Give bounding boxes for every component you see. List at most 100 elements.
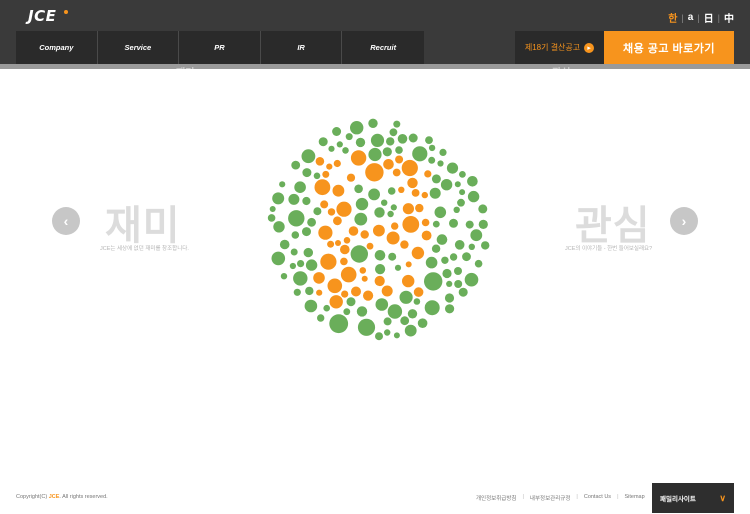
nav-pr[interactable]: PR bbox=[179, 31, 261, 64]
plate-dot bbox=[342, 147, 349, 154]
plate-dot bbox=[474, 259, 483, 268]
footer-link-contact[interactable]: Contact Us bbox=[584, 494, 611, 502]
plate-dot bbox=[304, 299, 318, 313]
plate-dot bbox=[373, 224, 385, 237]
lang-chinese[interactable]: 中 bbox=[724, 10, 734, 25]
plate-dot bbox=[350, 121, 364, 135]
footer-link-sitemap[interactable]: Sitemap bbox=[625, 494, 645, 502]
plate-dot bbox=[454, 181, 461, 188]
plate-dot bbox=[440, 179, 453, 191]
plate-dot bbox=[370, 133, 385, 147]
lang-separator: | bbox=[681, 12, 684, 23]
family-site-select[interactable]: 패밀리사이트 ∨ bbox=[652, 483, 734, 513]
plate-dot bbox=[454, 280, 463, 288]
announcement-link[interactable]: 제18기 결산공고 ▸ bbox=[515, 31, 604, 64]
footer-link-privacy[interactable]: 개인정보취급방침 bbox=[476, 494, 516, 502]
nav-service[interactable]: Service bbox=[98, 31, 180, 64]
lang-separator: | bbox=[717, 12, 720, 23]
footer-link-internal[interactable]: 내부정보관리규정 bbox=[530, 494, 570, 502]
plate-dot bbox=[387, 187, 396, 195]
plate-dot bbox=[336, 201, 352, 217]
plate-dot bbox=[449, 253, 458, 261]
plate-dot bbox=[313, 272, 325, 284]
plate-dot bbox=[291, 231, 300, 239]
recruit-button[interactable]: 채용 공고 바로가기 bbox=[604, 31, 734, 64]
plate-dot bbox=[386, 231, 400, 245]
slide-subtitle-right: JCE의 이야기들 - 한번 들어보실래요? bbox=[565, 246, 653, 252]
plate-dot bbox=[340, 244, 350, 255]
plate-dot bbox=[407, 309, 418, 319]
plate-dot bbox=[446, 280, 453, 287]
plate-dot bbox=[348, 226, 359, 236]
prev-slide-button[interactable]: ‹ bbox=[52, 207, 80, 235]
plate-dot bbox=[398, 186, 405, 193]
plate-dot bbox=[269, 206, 276, 212]
lang-japanese[interactable]: 日 bbox=[704, 10, 714, 25]
lang-korean[interactable]: 한 bbox=[668, 10, 677, 25]
header: JCE 한 | a | 日 | 中 Company Service PR IR … bbox=[0, 0, 750, 64]
plate-dot bbox=[411, 189, 420, 197]
nav-ir[interactable]: IR bbox=[261, 31, 343, 64]
next-slide-button[interactable]: › bbox=[670, 207, 698, 235]
plate-dot bbox=[267, 214, 276, 222]
plate-dot bbox=[381, 199, 388, 206]
plate-dot bbox=[412, 146, 428, 162]
plate-dot bbox=[390, 204, 397, 211]
plate-dot bbox=[329, 295, 343, 309]
plate-dot bbox=[366, 242, 374, 250]
plate-dot bbox=[386, 137, 395, 146]
plate-dot bbox=[318, 225, 333, 240]
plate-dot bbox=[307, 217, 316, 227]
plate-dot bbox=[387, 304, 403, 319]
plate-dot bbox=[345, 133, 353, 141]
plate-dot bbox=[391, 222, 399, 230]
plate-dot bbox=[400, 316, 410, 326]
slide-heading-left[interactable]: 재미 bbox=[105, 193, 181, 251]
plate-dot bbox=[320, 253, 337, 270]
plate-dot bbox=[343, 237, 351, 244]
plate-dot bbox=[415, 203, 424, 213]
plate-dot bbox=[432, 220, 440, 228]
plate-dot bbox=[368, 118, 378, 128]
footer-link-separator: | bbox=[617, 494, 619, 500]
main-nav: Company Service PR IR Recruit bbox=[16, 31, 424, 64]
plate-dot bbox=[333, 216, 342, 226]
plate-dot bbox=[280, 273, 288, 280]
slide-heading-right[interactable]: 관심 bbox=[575, 193, 651, 251]
plate-dot bbox=[408, 133, 418, 143]
nav-company[interactable]: Company bbox=[16, 31, 98, 64]
plate-dot bbox=[350, 245, 368, 263]
plate-dot bbox=[411, 246, 425, 260]
plate-dot bbox=[441, 256, 449, 264]
chevron-down-icon: ∨ bbox=[719, 492, 726, 503]
plate-dot bbox=[464, 272, 479, 287]
plate-dot bbox=[374, 207, 385, 218]
plate-dot bbox=[297, 260, 305, 268]
plate-dot bbox=[454, 267, 462, 275]
plate-dot bbox=[343, 308, 351, 316]
lang-english[interactable]: a bbox=[688, 12, 694, 23]
plate-dot bbox=[465, 220, 474, 229]
plate-dot bbox=[361, 275, 368, 282]
plate-dot bbox=[393, 332, 400, 339]
plate-dot bbox=[365, 163, 384, 182]
slide-subtitle-left: JCE는 세상에 없던 재미를 창조합니다. bbox=[100, 246, 189, 252]
copyright-brand: JCE bbox=[48, 494, 60, 500]
nav-recruit[interactable]: Recruit bbox=[342, 31, 424, 64]
plate-dot bbox=[305, 286, 314, 296]
plate-dot bbox=[327, 208, 336, 216]
plate-dot bbox=[431, 174, 441, 184]
plate-dot bbox=[313, 172, 321, 180]
plate-dot bbox=[468, 243, 475, 250]
plate-dot bbox=[375, 332, 383, 341]
copyright: Copyright(C) JCE. All rights reserved. bbox=[16, 494, 108, 500]
plate-dot bbox=[368, 188, 380, 201]
plate-dot bbox=[413, 298, 421, 305]
logo[interactable]: JCE bbox=[28, 7, 56, 25]
plate-dot bbox=[335, 240, 341, 246]
plate-dot bbox=[428, 156, 436, 164]
plate-dot bbox=[381, 285, 393, 297]
language-selector: 한 | a | 日 | 中 bbox=[668, 10, 734, 25]
plate-dot bbox=[302, 227, 311, 237]
family-site-label: 패밀리사이트 bbox=[660, 496, 696, 503]
